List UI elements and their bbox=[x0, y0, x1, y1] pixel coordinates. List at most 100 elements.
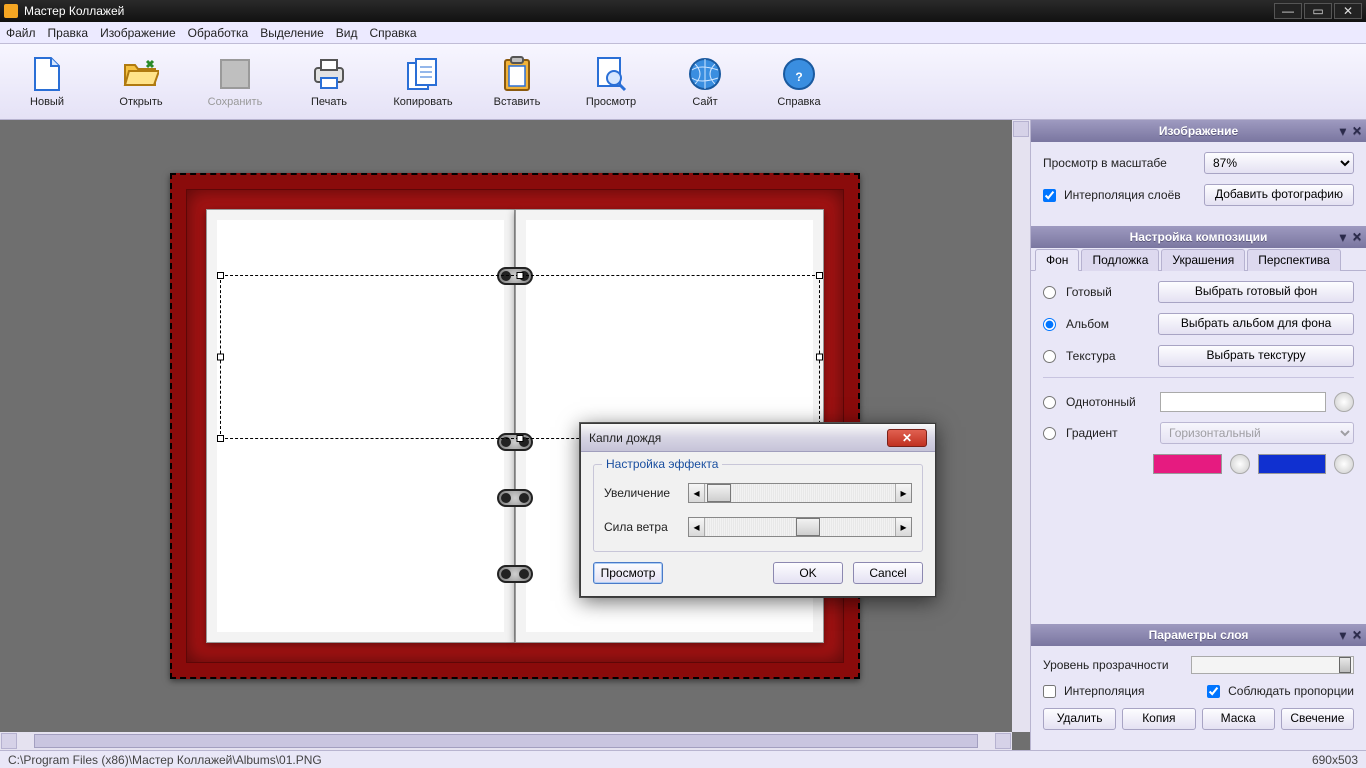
chevron-down-icon[interactable]: ▾ bbox=[1340, 628, 1346, 642]
radio-solid[interactable] bbox=[1043, 396, 1056, 409]
right-panel-area: Изображение ▾✕ Просмотр в масштабе 87% И… bbox=[1030, 120, 1366, 750]
slider-thumb[interactable] bbox=[796, 518, 820, 536]
tab-perspective[interactable]: Перспектива bbox=[1247, 249, 1341, 271]
scroll-right-icon[interactable] bbox=[995, 733, 1011, 749]
choose-album-bg-button[interactable]: Выбрать альбом для фона bbox=[1158, 313, 1354, 335]
menu-view[interactable]: Вид bbox=[336, 26, 358, 40]
solid-color-field[interactable] bbox=[1160, 392, 1326, 412]
keep-aspect-checkbox[interactable] bbox=[1207, 685, 1220, 698]
dialog-titlebar[interactable]: Капли дождя ✕ bbox=[581, 424, 935, 452]
print-button[interactable]: Печать bbox=[300, 56, 358, 108]
help-button[interactable]: ? Справка bbox=[770, 56, 828, 108]
file-icon bbox=[29, 56, 65, 92]
arrow-left-icon[interactable]: ◂ bbox=[689, 518, 705, 536]
gradient-color-1[interactable] bbox=[1153, 454, 1222, 474]
dialog-cancel-button[interactable]: Cancel bbox=[853, 562, 923, 584]
dialog-preview-button[interactable]: Просмотр bbox=[593, 562, 663, 584]
tab-decorations[interactable]: Украшения bbox=[1161, 249, 1245, 271]
color-picker-icon[interactable] bbox=[1334, 392, 1354, 412]
glow-button[interactable]: Свечение bbox=[1281, 708, 1354, 730]
scroll-up-icon[interactable] bbox=[1013, 121, 1029, 137]
add-photo-button[interactable]: Добавить фотографию bbox=[1204, 184, 1354, 206]
copy-layer-button[interactable]: Копия bbox=[1122, 708, 1195, 730]
page-left[interactable] bbox=[206, 209, 515, 643]
panel-close-icon[interactable]: ✕ bbox=[1352, 628, 1362, 642]
binder-ring-icon bbox=[497, 267, 533, 285]
menu-edit[interactable]: Правка bbox=[48, 26, 89, 40]
radio-album[interactable] bbox=[1043, 318, 1056, 331]
window-titlebar: Мастер Коллажей — ▭ ✕ bbox=[0, 0, 1366, 22]
menu-selection[interactable]: Выделение bbox=[260, 26, 324, 40]
menu-help[interactable]: Справка bbox=[370, 26, 417, 40]
radio-gradient[interactable] bbox=[1043, 427, 1056, 440]
mask-button[interactable]: Маска bbox=[1202, 708, 1275, 730]
effect-settings-group: Настройка эффекта Увеличение ◂ ▸ Сила ве… bbox=[593, 464, 923, 552]
minimize-button[interactable]: — bbox=[1274, 3, 1302, 19]
chevron-down-icon[interactable]: ▾ bbox=[1340, 230, 1346, 244]
window-title: Мастер Коллажей bbox=[24, 4, 1272, 18]
arrow-right-icon[interactable]: ▸ bbox=[895, 484, 911, 502]
tab-background[interactable]: Фон bbox=[1035, 249, 1079, 271]
preview-button[interactable]: Просмотр bbox=[582, 56, 640, 108]
scrollbar-thumb[interactable] bbox=[34, 734, 978, 748]
panel-composition-header: Настройка композиции ▾✕ bbox=[1031, 226, 1366, 248]
horizontal-scrollbar[interactable] bbox=[0, 732, 1012, 750]
close-button[interactable]: ✕ bbox=[1334, 3, 1362, 19]
composition-tabs: Фон Подложка Украшения Перспектива bbox=[1031, 248, 1366, 271]
new-button[interactable]: Новый bbox=[18, 56, 76, 108]
menu-image[interactable]: Изображение bbox=[100, 26, 176, 40]
status-size: 690x503 bbox=[1312, 753, 1358, 767]
status-bar: C:\Program Files (x86)\Мастер Коллажей\A… bbox=[0, 750, 1366, 768]
binder-ring-icon bbox=[497, 433, 533, 451]
binder-ring-icon bbox=[497, 565, 533, 583]
radio-texture[interactable] bbox=[1043, 350, 1056, 363]
binder-ring-icon bbox=[497, 489, 533, 507]
chevron-down-icon[interactable]: ▾ bbox=[1340, 124, 1346, 138]
layer-interpolation-checkbox[interactable] bbox=[1043, 685, 1056, 698]
vertical-scrollbar[interactable] bbox=[1012, 120, 1030, 732]
dialog-close-button[interactable]: ✕ bbox=[887, 429, 927, 447]
svg-text:?: ? bbox=[795, 70, 802, 84]
choose-ready-bg-button[interactable]: Выбрать готовый фон bbox=[1158, 281, 1354, 303]
wind-param-slider[interactable]: ◂ ▸ bbox=[688, 517, 912, 537]
save-icon bbox=[217, 56, 253, 92]
panel-image: Изображение ▾✕ Просмотр в масштабе 87% И… bbox=[1031, 120, 1366, 226]
main-toolbar: Новый Открыть Сохранить Печать Копироват… bbox=[0, 44, 1366, 120]
slider-thumb[interactable] bbox=[707, 484, 731, 502]
scroll-left-icon[interactable] bbox=[1, 733, 17, 749]
menu-process[interactable]: Обработка bbox=[188, 26, 249, 40]
group-title: Настройка эффекта bbox=[602, 457, 722, 471]
save-button: Сохранить bbox=[206, 56, 264, 108]
zoom-param-label: Увеличение bbox=[604, 486, 680, 500]
tab-underlay[interactable]: Подложка bbox=[1081, 249, 1159, 271]
dialog-ok-button[interactable]: OK bbox=[773, 562, 843, 584]
copy-icon bbox=[405, 56, 441, 92]
arrow-right-icon[interactable]: ▸ bbox=[895, 518, 911, 536]
printer-icon bbox=[311, 56, 347, 92]
dialog-title: Капли дождя bbox=[589, 431, 661, 445]
interpolation-layers-checkbox[interactable] bbox=[1043, 189, 1056, 202]
panel-close-icon[interactable]: ✕ bbox=[1352, 124, 1362, 138]
opacity-slider[interactable] bbox=[1191, 656, 1354, 674]
paste-button[interactable]: Вставить bbox=[488, 56, 546, 108]
gradient-type-select[interactable]: Горизонтальный bbox=[1160, 422, 1354, 444]
zoom-label: Просмотр в масштабе bbox=[1043, 156, 1167, 170]
menu-file[interactable]: Файл bbox=[6, 26, 36, 40]
wind-param-label: Сила ветра bbox=[604, 520, 680, 534]
choose-texture-button[interactable]: Выбрать текстуру bbox=[1158, 345, 1354, 367]
radio-ready[interactable] bbox=[1043, 286, 1056, 299]
color-picker-icon[interactable] bbox=[1334, 454, 1354, 474]
zoom-select[interactable]: 87% bbox=[1204, 152, 1354, 174]
copy-button[interactable]: Копировать bbox=[394, 56, 452, 108]
color-picker-icon[interactable] bbox=[1230, 454, 1250, 474]
site-button[interactable]: Сайт bbox=[676, 56, 734, 108]
panel-image-header: Изображение ▾✕ bbox=[1031, 120, 1366, 142]
gradient-color-2[interactable] bbox=[1258, 454, 1327, 474]
app-logo-icon bbox=[4, 4, 18, 18]
open-button[interactable]: Открыть bbox=[112, 56, 170, 108]
panel-close-icon[interactable]: ✕ bbox=[1352, 230, 1362, 244]
delete-button[interactable]: Удалить bbox=[1043, 708, 1116, 730]
zoom-param-slider[interactable]: ◂ ▸ bbox=[688, 483, 912, 503]
arrow-left-icon[interactable]: ◂ bbox=[689, 484, 705, 502]
maximize-button[interactable]: ▭ bbox=[1304, 3, 1332, 19]
